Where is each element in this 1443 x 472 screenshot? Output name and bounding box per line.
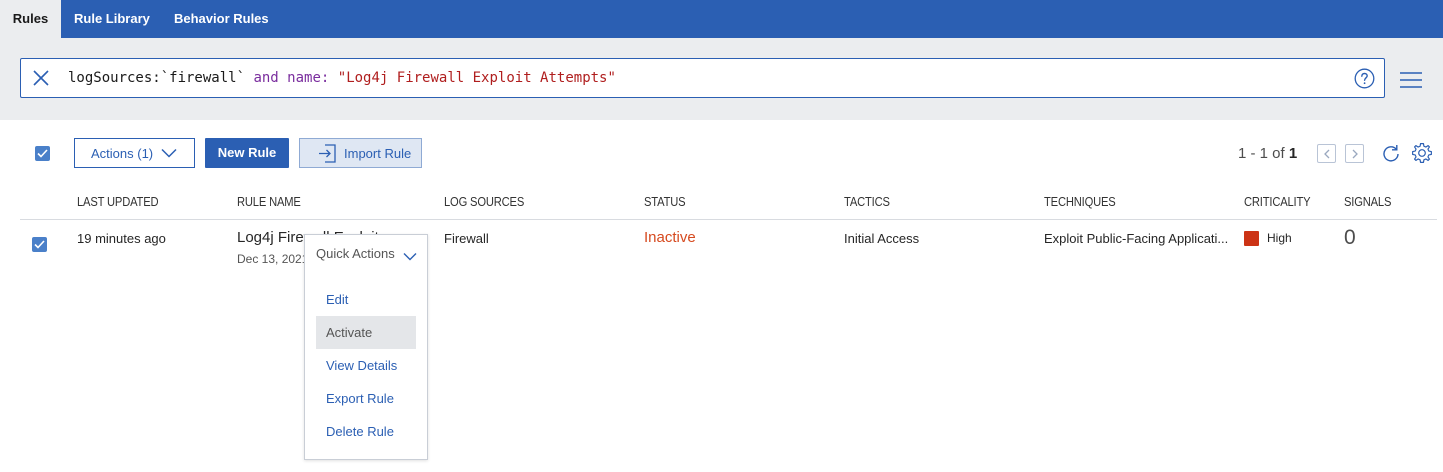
techniques-cell: Exploit Public-Facing Applicati...	[1044, 231, 1229, 246]
actions-label: Actions (1)	[91, 146, 154, 161]
checkmark-icon	[34, 240, 45, 249]
pagination-summary: 1 - 1 of 1	[1238, 145, 1297, 162]
table-header-divider	[20, 219, 1437, 220]
tab-rules[interactable]: Rules	[0, 0, 61, 38]
pagination-range: 1 - 1 of	[1238, 145, 1289, 162]
query-token: and	[245, 70, 288, 86]
log-sources-cell: Firewall	[444, 231, 489, 246]
column-header-signals[interactable]: Signals	[1344, 194, 1391, 209]
column-header-criticality[interactable]: Criticality	[1244, 194, 1311, 209]
search-region: logSources:`firewall` and name: "Log4j F…	[0, 38, 1443, 120]
select-all-checkbox[interactable]	[35, 146, 50, 161]
import-rule-button[interactable]: Import Rule	[299, 138, 422, 168]
query-token: `firewall`	[160, 70, 246, 86]
import-icon	[319, 144, 336, 163]
menu-item-export-rule[interactable]: Export Rule	[316, 382, 416, 415]
menu-item-delete-rule[interactable]: Delete Rule	[316, 415, 416, 448]
hamburger-menu-icon[interactable]	[1399, 71, 1423, 89]
quick-actions-label: Quick Actions	[316, 246, 395, 261]
pagination-total: 1	[1288, 145, 1298, 162]
menu-item-edit[interactable]: Edit	[316, 283, 416, 316]
chevron-right-icon	[1352, 149, 1358, 159]
checkmark-icon	[37, 149, 48, 158]
criticality-swatch	[1244, 231, 1259, 246]
query-token: "Log4j Firewall Exploit Attempts"	[337, 70, 616, 86]
close-icon[interactable]	[31, 68, 51, 88]
column-header-last-updated[interactable]: Last Updated	[77, 194, 159, 209]
column-header-status[interactable]: Status	[644, 194, 686, 209]
last-updated-cell: 19 minutes ago	[77, 231, 166, 246]
column-header-rule-name[interactable]: Rule Name	[237, 194, 301, 209]
new-rule-button[interactable]: New Rule	[205, 138, 289, 168]
column-header-tactics[interactable]: Tactics	[844, 194, 890, 209]
query-token: logSources:	[68, 70, 161, 86]
refresh-icon[interactable]	[1381, 143, 1401, 163]
quick-actions-dropdown[interactable]: Quick Actions	[305, 235, 427, 273]
search-query[interactable]: logSources:`firewall` and name: "Log4j F…	[68, 59, 616, 97]
menu-item-activate[interactable]: Activate	[316, 316, 416, 349]
import-rule-label: Import Rule	[344, 146, 412, 161]
tab-behavior-rules[interactable]: Behavior Rules	[174, 0, 269, 38]
help-circle-icon[interactable]	[1354, 68, 1375, 89]
next-page-button[interactable]	[1345, 144, 1364, 163]
previous-page-button[interactable]	[1317, 144, 1336, 163]
chevron-down-icon	[161, 148, 177, 158]
chevron-down-icon	[403, 253, 417, 261]
search-input[interactable]: logSources:`firewall` and name: "Log4j F…	[20, 58, 1385, 98]
column-header-techniques[interactable]: Techniques	[1044, 194, 1116, 209]
menu-item-view-details[interactable]: View Details	[316, 349, 416, 382]
criticality-label: High	[1267, 231, 1292, 245]
query-token: name:	[287, 70, 330, 86]
tab-rule-library[interactable]: Rule Library	[74, 0, 150, 38]
quick-actions-menu: Quick Actions Edit Activate View Details…	[304, 234, 428, 460]
gear-icon[interactable]	[1411, 142, 1433, 164]
chevron-left-icon	[1324, 149, 1330, 159]
status-badge: Inactive	[644, 229, 696, 246]
signals-count: 0	[1344, 226, 1356, 249]
column-header-log-sources[interactable]: Log Sources	[444, 194, 524, 209]
actions-dropdown-button[interactable]: Actions (1)	[74, 138, 195, 168]
tactics-cell: Initial Access	[844, 231, 920, 246]
query-token	[329, 70, 337, 86]
top-tab-bar: Rules Rule Library Behavior Rules	[0, 0, 1443, 38]
row-checkbox[interactable]	[32, 237, 47, 252]
rule-date: Dec 13, 2021	[237, 252, 307, 266]
